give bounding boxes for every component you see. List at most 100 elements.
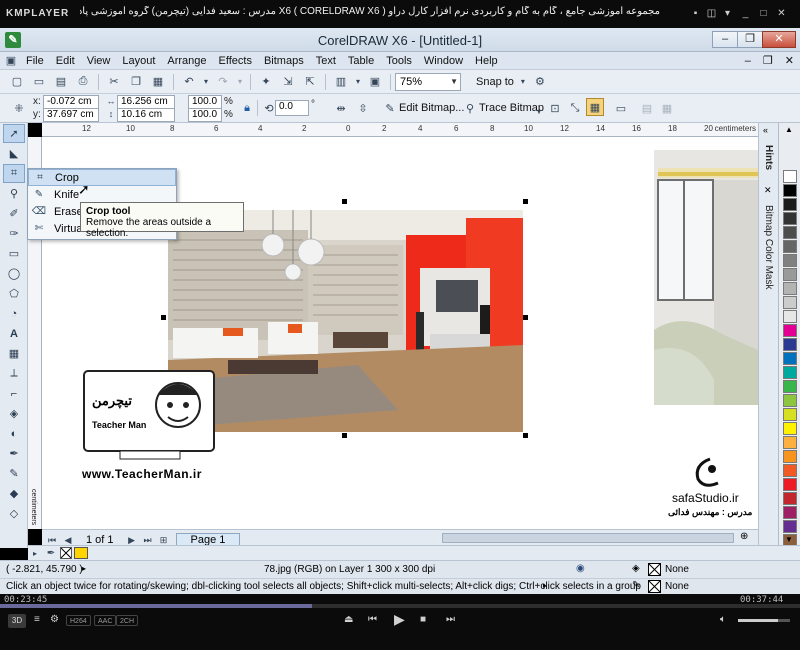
zoom-tool-icon[interactable]: ⚲ [3, 184, 25, 203]
ellipse-tool-icon[interactable]: ◯ [3, 264, 25, 283]
text-tool-icon[interactable]: A [3, 324, 25, 343]
palette-swatch[interactable] [783, 450, 797, 463]
stop-icon[interactable]: ■ [420, 614, 426, 625]
outline-swatch[interactable] [648, 580, 661, 593]
smart-fill-icon[interactable]: ◇ [3, 504, 25, 523]
player-menu-icon[interactable]: ▾ [722, 8, 733, 19]
palette-swatch[interactable] [783, 310, 797, 323]
3d-icon[interactable]: 3D [8, 614, 26, 628]
palette-swatch[interactable] [783, 254, 797, 267]
y-position-field[interactable]: 37.697 cm [43, 108, 99, 122]
zoom-levels[interactable]: 75% ▼ [395, 72, 461, 91]
crop-bitmap-icon[interactable]: ⊡ [546, 99, 564, 117]
search-content-icon[interactable]: ✦ [257, 73, 275, 91]
palette-swatch[interactable] [783, 352, 797, 365]
seek-bar[interactable] [0, 604, 800, 608]
freehand-tool-icon[interactable]: ✐ [3, 204, 25, 223]
palette-swatch[interactable] [783, 170, 797, 183]
snap-to-button[interactable]: Snap to [473, 76, 517, 88]
selection-handle[interactable] [523, 433, 528, 438]
palette-swatch[interactable] [783, 380, 797, 393]
scale-x-field[interactable]: 100.0 [188, 95, 222, 109]
doc-minimize-icon[interactable]: – [739, 52, 757, 70]
playlist-icon[interactable]: ≡ [34, 614, 40, 625]
outline-pen-icon[interactable]: ✎ [3, 464, 25, 483]
flyout-item-crop[interactable]: ⌗ Crop [28, 169, 176, 186]
crop-tool-icon[interactable]: ⌗ [3, 164, 25, 183]
export-icon[interactable]: ⇱ [301, 73, 319, 91]
paste-icon[interactable]: ▦ [149, 73, 167, 91]
minimize-button[interactable]: – [712, 31, 738, 48]
selection-handle[interactable] [161, 315, 166, 320]
menu-window[interactable]: Window [418, 52, 469, 70]
docker-collapse-icon[interactable]: « [763, 125, 768, 135]
open-icon[interactable]: ▭ [30, 73, 48, 91]
next-icon[interactable]: ⏭ [446, 614, 455, 625]
lock-ratio-icon[interactable]: 🔒︎ [238, 99, 256, 117]
eyedropper-tool-icon[interactable]: ✒ [3, 444, 25, 463]
player-minimize-icon[interactable]: _ [740, 8, 751, 19]
menu-edit[interactable]: Edit [50, 52, 81, 70]
menu-view[interactable]: View [81, 52, 117, 70]
palette-swatch[interactable] [783, 436, 797, 449]
menu-file[interactable]: File [20, 52, 50, 70]
resample-icon[interactable]: ⤡ [566, 99, 584, 117]
selection-handle[interactable] [342, 433, 347, 438]
flyout-item-knife[interactable]: ✎ Knife [28, 186, 176, 203]
palette-swatch[interactable] [783, 226, 797, 239]
snap-to-dropdown-icon[interactable]: ▾ [519, 73, 527, 91]
redo-icon[interactable]: ↷ [214, 73, 232, 91]
palette-swatch[interactable] [783, 366, 797, 379]
palette-swatch[interactable] [783, 282, 797, 295]
object-origin-icon[interactable]: ⁜ [10, 99, 28, 117]
x-position-field[interactable]: -0.072 cm [43, 95, 99, 109]
welcome-screen-icon[interactable]: ▣ [366, 73, 384, 91]
selection-handle[interactable] [523, 199, 528, 204]
palette-swatch[interactable] [783, 338, 797, 351]
skin-icon[interactable]: ◫ [706, 8, 717, 19]
blend-tool-icon[interactable]: ◈ [3, 404, 25, 423]
player-maximize-icon[interactable]: □ [758, 8, 769, 19]
menu-table[interactable]: Table [342, 52, 380, 70]
horizontal-scrollbar-thumb[interactable] [442, 533, 734, 543]
settings-icon[interactable]: ⚙ [50, 614, 59, 625]
polygon-tool-icon[interactable]: ⬠ [3, 284, 25, 303]
wrap-text-icon[interactable]: ▤ [638, 99, 656, 117]
color-proofing-icon[interactable]: ◉ [576, 563, 585, 574]
document-icon[interactable]: ▣ [4, 52, 18, 70]
undo-icon[interactable]: ↶ [180, 73, 198, 91]
fill-tool-icon[interactable]: ◆ [3, 484, 25, 503]
rectangle-tool-icon[interactable]: ▭ [3, 244, 25, 263]
mirror-horizontal-icon[interactable]: ⇹ [332, 99, 350, 117]
palette-scroll-up-icon[interactable]: ▲ [785, 125, 793, 134]
status-flyout-icon[interactable]: ▸ [82, 564, 86, 573]
connector-tool-icon[interactable]: ⌐ [3, 384, 25, 403]
play-icon[interactable]: ▶ [394, 611, 405, 628]
menu-text[interactable]: Text [310, 52, 342, 70]
horizontal-ruler[interactable]: 12 10 8 6 4 2 0 2 4 6 8 10 12 14 16 18 2… [42, 123, 758, 137]
palette-swatch[interactable] [783, 464, 797, 477]
document-color-swatch[interactable] [74, 547, 88, 559]
menu-tools[interactable]: Tools [380, 52, 418, 70]
options-icon[interactable]: ⚙ [531, 73, 549, 91]
mirror-vertical-icon[interactable]: ⇳ [354, 99, 372, 117]
palette-swatch[interactable] [783, 296, 797, 309]
new-document-icon[interactable]: ▢ [8, 73, 26, 91]
palette-swatch[interactable] [783, 520, 797, 533]
transparency-tool-icon[interactable]: ◐ [3, 424, 25, 443]
arrange-icon[interactable]: ▦ [658, 99, 676, 117]
menu-bitmaps[interactable]: Bitmaps [258, 52, 310, 70]
menu-effects[interactable]: Effects [213, 52, 258, 70]
previous-icon[interactable]: ⏮ [368, 614, 377, 625]
maximize-button[interactable]: ❐ [737, 31, 763, 48]
artistic-media-icon[interactable]: ✑ [3, 224, 25, 243]
docker-close-icon[interactable]: ✕ [764, 185, 772, 196]
pick-tool-icon[interactable]: ➚ [3, 124, 25, 143]
close-button[interactable]: ✕ [762, 31, 796, 48]
doc-close-icon[interactable]: ✕ [779, 52, 800, 70]
application-launcher-dropdown-icon[interactable]: ▾ [354, 73, 362, 91]
height-field[interactable]: 10.16 cm [117, 108, 175, 122]
copy-icon[interactable]: ❐ [127, 73, 145, 91]
docker-tab-bitmap-color-mask[interactable]: Bitmap Color Mask [763, 205, 774, 289]
menu-layout[interactable]: Layout [116, 52, 161, 70]
